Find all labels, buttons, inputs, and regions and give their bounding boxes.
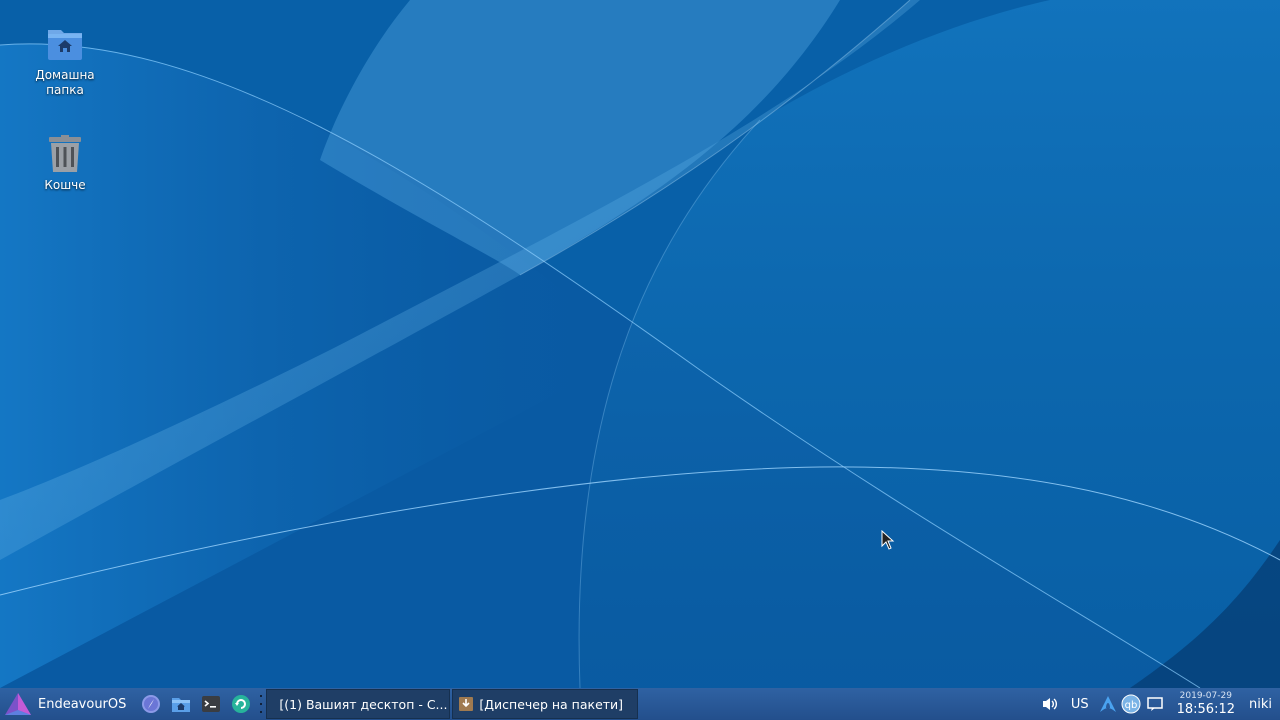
volume-icon (1042, 698, 1057, 710)
web-browser-launcher[interactable] (136, 688, 166, 720)
taskbar-window-package-manager-label: [Диспечер на пакети] (479, 696, 624, 712)
trash-label: Кошче (44, 178, 86, 192)
keyboard-layout-label: US (1070, 696, 1089, 712)
terminal-icon (202, 696, 221, 712)
qbittorrent-icon: qb (1121, 694, 1141, 714)
home-folder-label-line2: папка (46, 83, 84, 97)
notifications-tray[interactable] (1146, 688, 1163, 720)
update-launcher[interactable] (226, 688, 256, 720)
taskbar-window-package-manager[interactable]: [Диспечер на пакети] (452, 689, 639, 719)
keyboard-layout-indicator[interactable]: US (1071, 688, 1089, 720)
trash-desktop-icon[interactable]: Кошче (20, 134, 110, 193)
taskbar-window-browser-label: [(1) Вашият десктоп - С... (279, 696, 448, 712)
qbittorrent-label: qb (1124, 700, 1137, 711)
trash-icon (49, 135, 81, 172)
file-manager-icon (172, 698, 191, 712)
package-manager-icon (459, 697, 474, 711)
panel-separator[interactable] (259, 692, 263, 716)
user-menu[interactable]: niki (1249, 697, 1272, 712)
file-manager-launcher[interactable] (166, 688, 196, 720)
update-icon (232, 695, 251, 713)
user-name: niki (1249, 696, 1272, 712)
desktop[interactable]: Домашна папка Кошче (0, 0, 1280, 688)
home-folder-label-line1: Домашна (35, 68, 95, 82)
home-folder-icon (48, 30, 82, 60)
clock-time: 18:56:12 (1176, 702, 1235, 717)
mouse-cursor-icon (881, 530, 895, 550)
arch-icon (1099, 696, 1116, 712)
web-browser-icon (142, 695, 161, 713)
home-folder-desktop-icon[interactable]: Домашна папка (20, 24, 110, 98)
taskbar-panel: EndeavourOS [(1) Вашият десктоп - С... [… (0, 688, 1280, 720)
terminal-launcher[interactable] (196, 688, 226, 720)
application-menu-button[interactable]: EndeavourOS (0, 688, 134, 720)
notifications-icon (1146, 697, 1163, 711)
clock[interactable]: 2019-07-29 18:56:12 (1176, 691, 1235, 717)
application-menu-label: EndeavourOS (38, 696, 127, 712)
wallpaper (0, 0, 1280, 688)
volume-tray[interactable] (1041, 688, 1059, 720)
clock-date: 2019-07-29 (1179, 691, 1232, 701)
endeavouros-logo-icon (5, 693, 31, 715)
qbittorrent-tray[interactable]: qb (1121, 688, 1141, 720)
arch-tray[interactable] (1099, 688, 1117, 720)
taskbar-window-browser[interactable]: [(1) Вашият десктоп - С... (266, 689, 451, 719)
